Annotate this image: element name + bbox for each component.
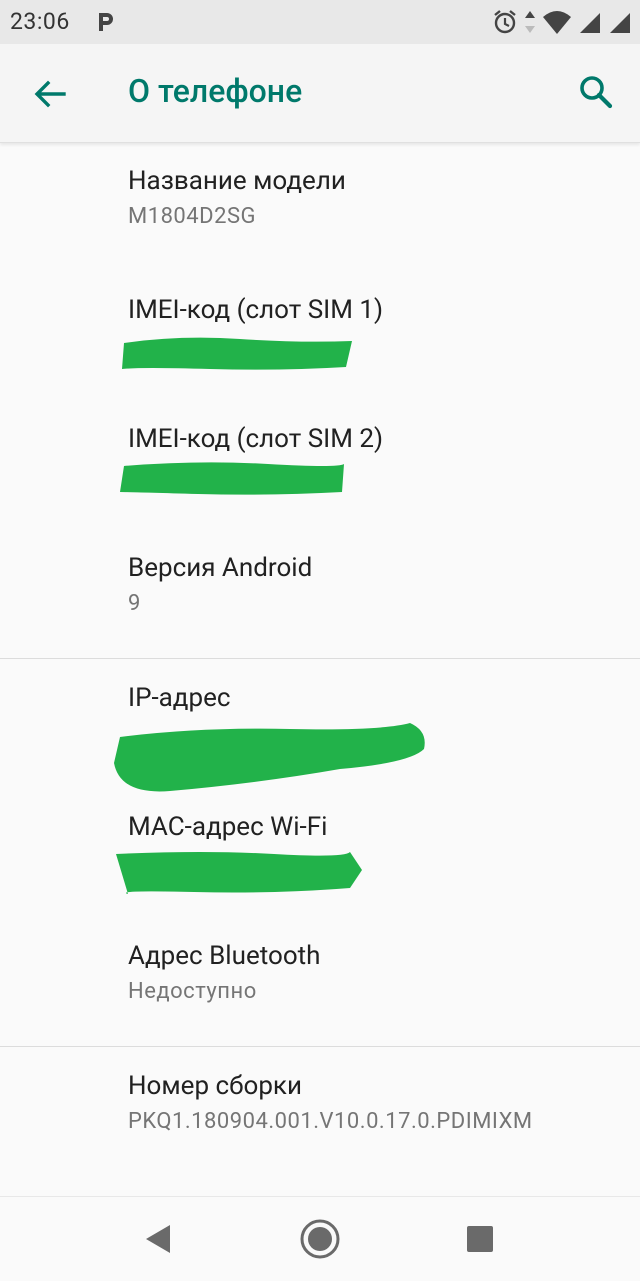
app-bar: О телефоне <box>0 44 640 143</box>
item-title: Версия Android <box>128 553 313 583</box>
item-summary: 9 <box>128 591 141 616</box>
list-item-android-version[interactable]: Версия Android 9 <box>0 529 640 658</box>
item-summary: PKQ1.180904.001.V10.0.17.0.PDIMIXM <box>128 1109 533 1134</box>
home-circle-icon[interactable] <box>298 1217 342 1261</box>
about-phone-list: Название модели M1804D2SG IMEI-код (слот… <box>0 142 640 1176</box>
list-item-imei-sim2[interactable]: IMEI-код (слот SIM 2) <box>0 400 640 529</box>
status-bar: 23:06 <box>0 0 640 44</box>
item-title: Номер сборки <box>128 1071 302 1101</box>
list-item-ip-address[interactable]: IP-адрес <box>0 659 640 792</box>
back-triangle-icon[interactable] <box>138 1217 182 1261</box>
item-title: Название модели <box>128 166 346 196</box>
item-summary: M1804D2SG <box>128 204 257 229</box>
page-title: О телефоне <box>128 72 303 110</box>
navigation-bar <box>0 1196 640 1281</box>
list-item-mac-address[interactable]: MAC-адрес Wi-Fi <box>0 788 640 917</box>
alarm-icon <box>494 10 516 34</box>
parking-p-icon <box>99 13 113 31</box>
redaction-mark <box>122 337 352 370</box>
recents-square-icon[interactable] <box>458 1217 502 1261</box>
list-item-imei-sim1[interactable]: IMEI-код (слот SIM 1) <box>0 271 640 400</box>
item-title: IMEI-код (слот SIM 2) <box>128 424 384 454</box>
wifi-icon <box>543 11 571 34</box>
data-arrows-icon <box>525 11 535 33</box>
item-title: Адрес Bluetooth <box>128 941 321 971</box>
redaction-mark <box>116 852 362 894</box>
item-title: IMEI-код (слот SIM 1) <box>128 295 384 325</box>
item-title: MAC-адрес Wi-Fi <box>128 812 328 842</box>
status-icons <box>492 9 632 35</box>
list-item-bluetooth-address[interactable]: Адрес Bluetooth Недоступно <box>0 917 640 1046</box>
signal-icon <box>580 13 600 33</box>
search-icon[interactable] <box>576 72 616 112</box>
item-summary: Недоступно <box>128 979 257 1004</box>
redaction-mark <box>120 462 344 495</box>
status-time: 23:06 <box>10 8 70 35</box>
list-item-build-number[interactable]: Номер сборки PKQ1.180904.001.V10.0.17.0.… <box>0 1047 640 1176</box>
arrow-back-icon[interactable] <box>30 74 70 114</box>
list-item-model[interactable]: Название модели M1804D2SG <box>0 142 640 271</box>
signal-2-icon <box>610 13 630 33</box>
item-title: IP-адрес <box>128 683 231 713</box>
